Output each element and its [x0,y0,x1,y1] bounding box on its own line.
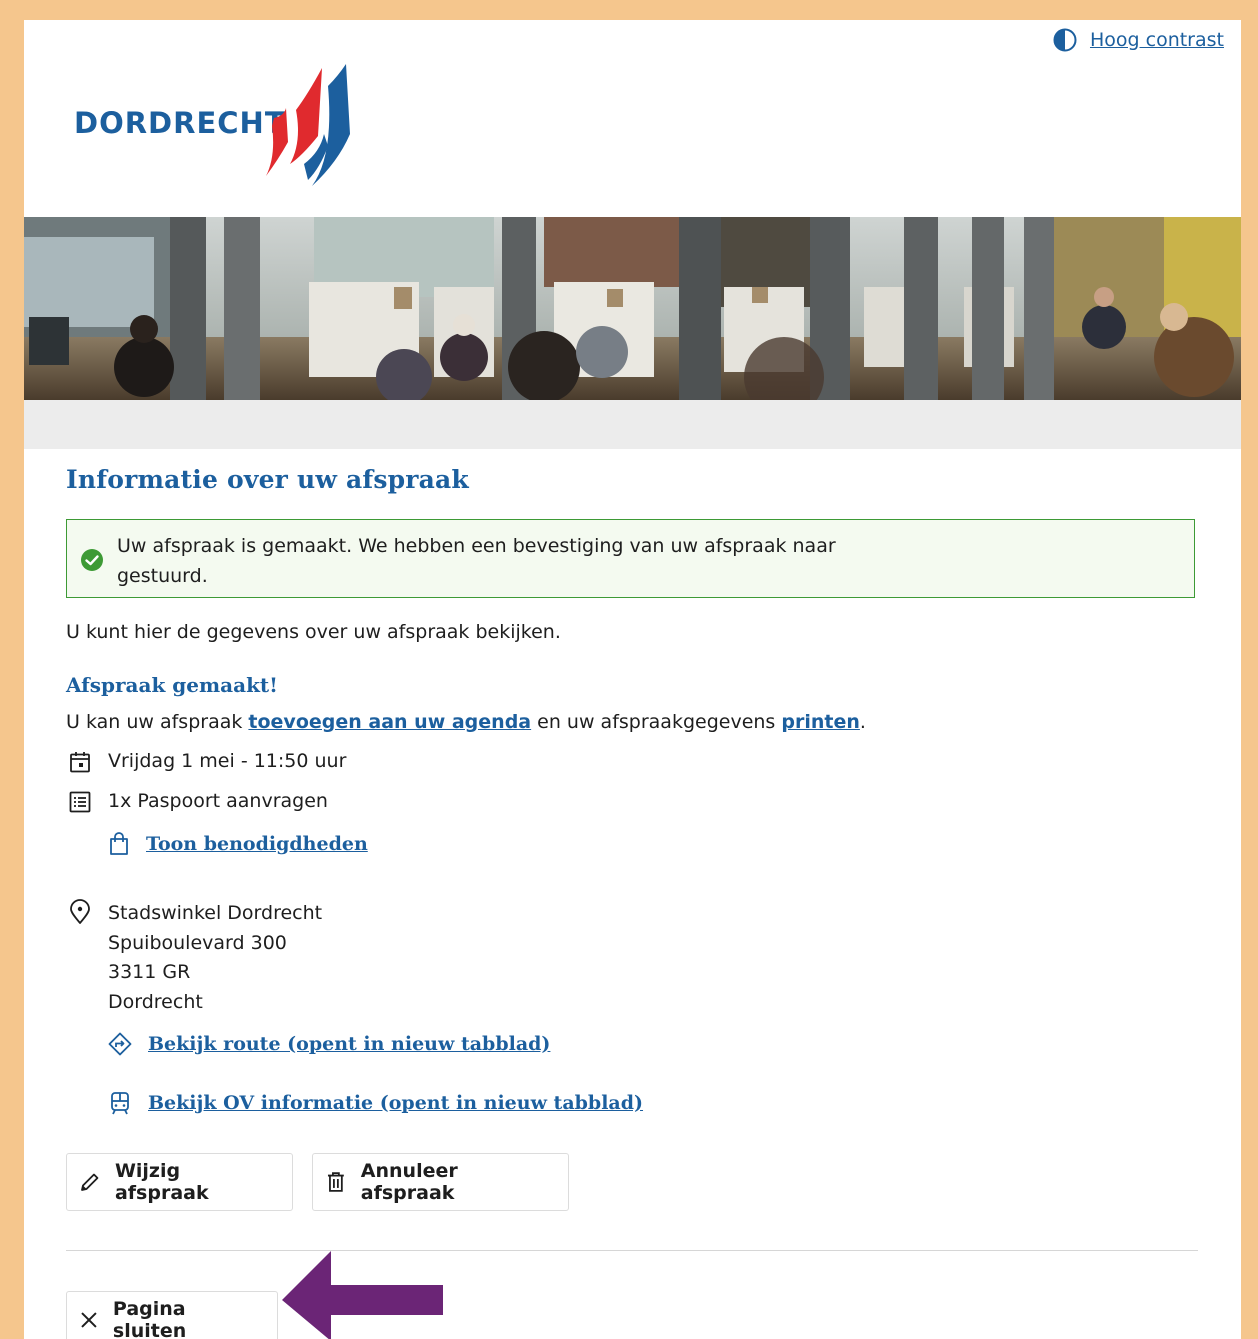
view-route-link[interactable]: Bekijk route (opent in nieuw tabblad) [148,1033,550,1055]
edit-appointment-label[interactable]: Wijzig afspraak [115,1160,280,1204]
agenda-suffix: . [859,711,866,733]
success-alert: Uw afspraak is gemaakt. We hebben een be… [66,519,1195,598]
grey-band [24,400,1241,449]
add-to-calendar-link[interactable]: toevoegen aan uw agenda [248,711,531,733]
shopping-bag-icon [110,832,128,855]
appointment-heading: Afspraak gemaakt! [66,673,278,697]
location-name: Stadswinkel Dordrecht [108,902,323,924]
intro-text: U kunt hier de gegevens over uw afspraak… [66,621,561,643]
edit-appointment-button[interactable]: Wijzig afspraak [66,1153,293,1211]
location-row: Stadswinkel Dordrecht Spuiboulevard 300 … [66,899,322,1017]
route-link-row[interactable]: Bekijk route (opent in nieuw tabblad) [108,1032,550,1056]
appointment-datetime: Vrijdag 1 mei - 11:50 uur [108,750,347,772]
page-title: Informatie over uw afspraak [66,465,469,494]
location-city: Dordrecht [108,990,203,1013]
directions-icon [108,1032,132,1056]
close-icon [81,1312,97,1328]
agenda-line: U kan uw afspraak toevoegen aan uw agend… [66,711,866,733]
trash-icon [327,1172,344,1192]
location-street: Spuiboulevard 300 [108,931,287,954]
close-page-button[interactable]: Pagina sluiten [66,1291,278,1339]
product-row: 1x Paspoort aanvragen [66,790,328,814]
agenda-prefix: U kan uw afspraak [66,711,249,733]
logo-flag-icon [266,64,350,186]
calendar-icon [70,752,90,773]
logo-text: DORDRECHT [74,106,286,140]
location-pin-icon [70,899,90,924]
list-icon [69,791,91,813]
contrast-icon [1053,28,1077,52]
high-contrast-link[interactable]: Hoog contrast [1053,28,1224,52]
pencil-icon [81,1173,99,1191]
location-postcode: 3311 GR [108,961,191,983]
view-ov-info-link[interactable]: Bekijk OV informatie (opent in nieuw tab… [148,1092,643,1114]
close-page-label[interactable]: Pagina sluiten [113,1298,265,1339]
annotation-arrow-icon [282,1251,443,1339]
high-contrast-label[interactable]: Hoog contrast [1090,29,1224,51]
cancel-appointment-label[interactable]: Annuleer afspraak [361,1160,556,1204]
page-frame: Hoog contrast DORDRECHT Informatie over … [24,20,1241,1339]
ov-link-row[interactable]: Bekijk OV informatie (opent in nieuw tab… [108,1091,643,1115]
appointment-product: 1x Paspoort aanvragen [108,790,328,812]
main-content: Informatie over uw afspraak Uw afspraak … [66,465,1198,1339]
cancel-appointment-button[interactable]: Annuleer afspraak [312,1153,569,1211]
hero-image [24,217,1241,400]
show-requirements-link[interactable]: Toon benodigdheden [146,833,368,855]
requirements-link-row[interactable]: Toon benodigdheden [108,832,368,856]
location-address: Stadswinkel Dordrecht Spuiboulevard 300 … [108,899,322,1017]
dordrecht-logo[interactable]: DORDRECHT [74,64,354,188]
datetime-row: Vrijdag 1 mei - 11:50 uur [66,750,346,774]
agenda-middle: en uw afspraakgegevens [531,711,782,733]
alert-message: Uw afspraak is gemaakt. We hebben een be… [117,535,836,587]
print-link[interactable]: printen [781,711,860,733]
train-icon [111,1092,129,1115]
check-circle-icon [81,549,103,571]
divider [66,1250,1198,1251]
